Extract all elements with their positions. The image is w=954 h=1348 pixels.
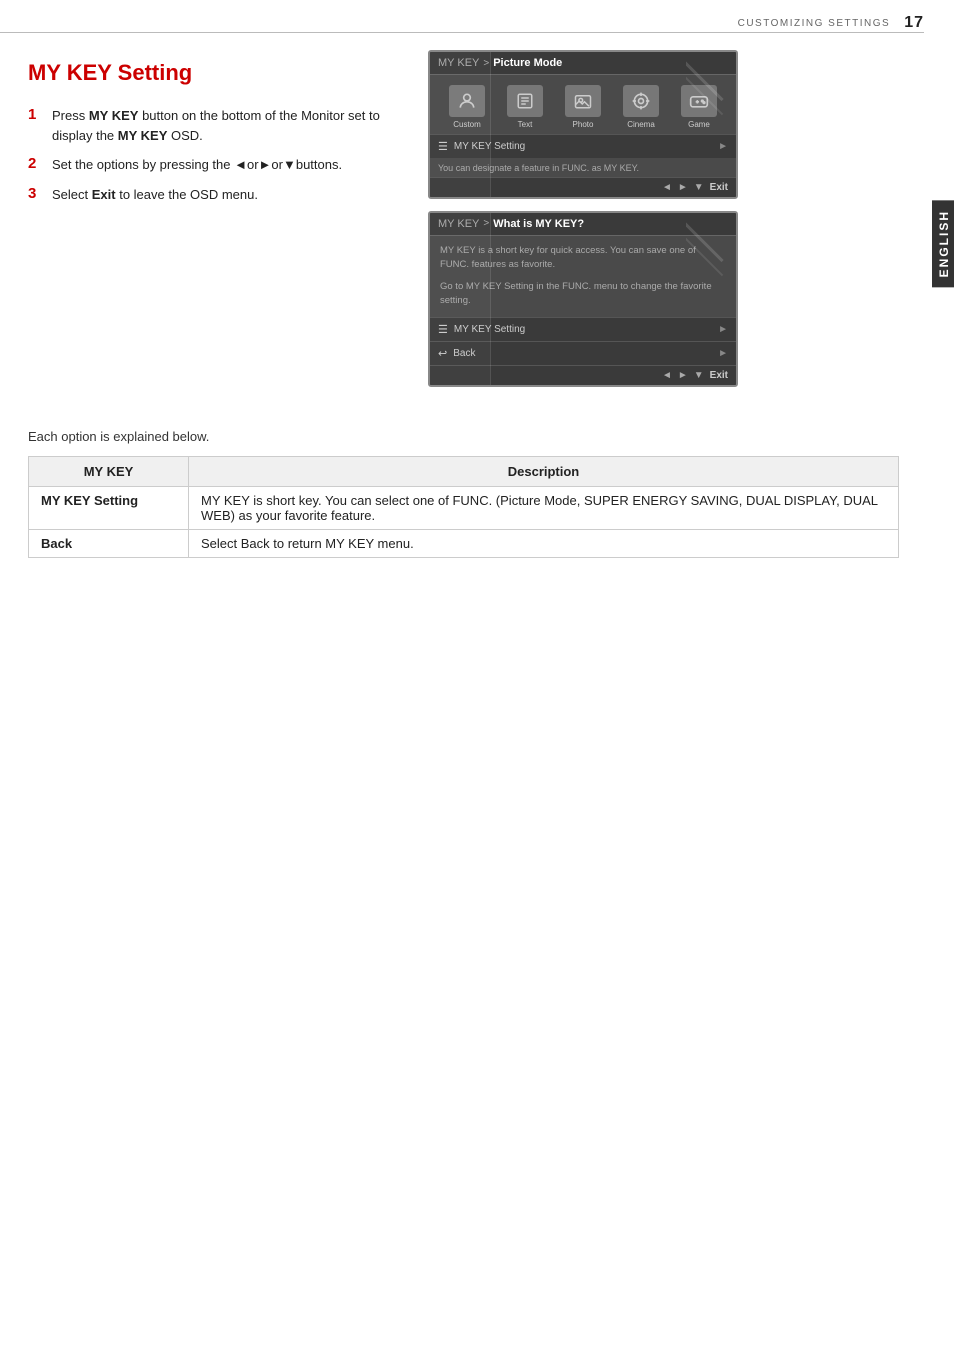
osd1-icon-photo-label: Photo	[573, 120, 594, 129]
step-1-number: 1	[28, 106, 44, 123]
osd1-icon-cinema: Cinema	[623, 85, 659, 129]
osd1-nav-right: ►	[678, 182, 688, 193]
osd-screen-1: MY KEY > Picture Mode Custom	[428, 50, 738, 199]
osd1-nav-down: ▼	[694, 182, 704, 193]
osd2-arrow: >	[483, 218, 489, 229]
table-cell-desc-1: MY KEY is short key. You can select one …	[189, 486, 899, 529]
osd1-icon-row: Custom Text Photo	[430, 75, 736, 134]
section-label: CUSTOMIZING SETTINGS	[738, 18, 891, 29]
osd1-header: MY KEY > Picture Mode	[430, 52, 736, 75]
options-table: MY KEY Description MY KEY Setting MY KEY…	[28, 456, 899, 558]
osd1-icon-text: Text	[507, 85, 543, 129]
table-cell-desc-2: Select Back to return MY KEY menu.	[189, 529, 899, 557]
osd2-menu2-label: Back	[453, 348, 712, 359]
osd1-menu-item: ☰ MY KEY Setting ►	[430, 134, 736, 158]
step-3-number: 3	[28, 185, 44, 202]
step-3: 3 Select Exit to leave the OSD menu.	[28, 185, 408, 205]
top-rule	[0, 32, 924, 33]
bottom-section: Each option is explained below. MY KEY D…	[28, 429, 899, 558]
osd2-nav-left: ◄	[662, 370, 672, 381]
osd1-icon-custom: Custom	[449, 85, 485, 129]
osd2-menu1-arrow: ►	[718, 324, 728, 335]
osd2-menu1-label: MY KEY Setting	[454, 324, 712, 335]
osd1-icon-cinema-label: Cinema	[627, 120, 655, 129]
osd2-menu-item-2: ↩ Back ►	[430, 341, 736, 365]
osd1-menu-label: MY KEY Setting	[454, 141, 712, 152]
table-row-back: Back Select Back to return MY KEY menu.	[29, 529, 899, 557]
osd1-icon-photo: Photo	[565, 85, 601, 129]
osd1-info-text: You can designate a feature in FUNC. as …	[430, 158, 736, 177]
osd1-mykey-label: MY KEY	[438, 57, 479, 69]
page-number: 17	[904, 14, 924, 32]
step-3-text: Select Exit to leave the OSD menu.	[52, 185, 258, 205]
osd1-icon-game: Game	[681, 85, 717, 129]
osd1-icon-custom-label: Custom	[453, 120, 481, 129]
osd2-nav-right: ►	[678, 370, 688, 381]
english-side-tab: ENGLISH	[932, 200, 954, 287]
osd-screen-2: MY KEY > What is MY KEY? MY KEY is a sho…	[428, 211, 738, 387]
table-cell-key-1: MY KEY Setting	[29, 486, 189, 529]
step-1: 1 Press MY KEY button on the bottom of t…	[28, 106, 408, 145]
osd1-nav-exit: Exit	[710, 182, 728, 193]
osd2-menu2-icon: ↩	[438, 347, 447, 360]
osd2-menu1-icon: ☰	[438, 323, 448, 336]
osd1-icon-text-label: Text	[518, 120, 533, 129]
table-row-mykey-setting: MY KEY Setting MY KEY is short key. You …	[29, 486, 899, 529]
steps-list: 1 Press MY KEY button on the bottom of t…	[28, 106, 408, 204]
osd2-nav-exit: Exit	[710, 370, 728, 381]
osd2-body: MY KEY is a short key for quick access. …	[430, 236, 736, 317]
page-header: CUSTOMIZING SETTINGS 17	[738, 14, 924, 32]
page-title: MY KEY Setting	[28, 60, 408, 86]
osd1-nav-left: ◄	[662, 182, 672, 193]
table-header-description: Description	[189, 456, 899, 486]
osd1-menu-icon: ☰	[438, 140, 448, 153]
table-header-mykey: MY KEY	[29, 456, 189, 486]
osd1-arrow: >	[483, 58, 489, 69]
step-2-text: Set the options by pressing the ◄or►or▼b…	[52, 155, 342, 175]
step-2-number: 2	[28, 155, 44, 172]
osd1-icon-game-label: Game	[688, 120, 710, 129]
table-cell-key-2: Back	[29, 529, 189, 557]
osd-screenshots: MY KEY > Picture Mode Custom	[428, 50, 738, 399]
osd2-body-text2: Go to MY KEY Setting in the FUNC. menu t…	[440, 280, 726, 309]
osd2-body-text1: MY KEY is a short key for quick access. …	[440, 244, 726, 273]
osd2-mykey-label: MY KEY	[438, 218, 479, 230]
osd1-nav: ◄ ► ▼ Exit	[430, 177, 736, 197]
each-option-text: Each option is explained below.	[28, 429, 899, 444]
step-2: 2 Set the options by pressing the ◄or►or…	[28, 155, 408, 175]
osd2-header: MY KEY > What is MY KEY?	[430, 213, 736, 236]
osd2-nav: ◄ ► ▼ Exit	[430, 365, 736, 385]
osd1-menu-arrow: ►	[718, 141, 728, 152]
osd2-menu-item-1: ☰ MY KEY Setting ►	[430, 317, 736, 341]
osd2-menu2-arrow: ►	[718, 348, 728, 359]
osd2-nav-down: ▼	[694, 370, 704, 381]
osd2-title: What is MY KEY?	[493, 218, 584, 230]
osd1-title: Picture Mode	[493, 57, 562, 69]
step-1-text: Press MY KEY button on the bottom of the…	[52, 106, 408, 145]
